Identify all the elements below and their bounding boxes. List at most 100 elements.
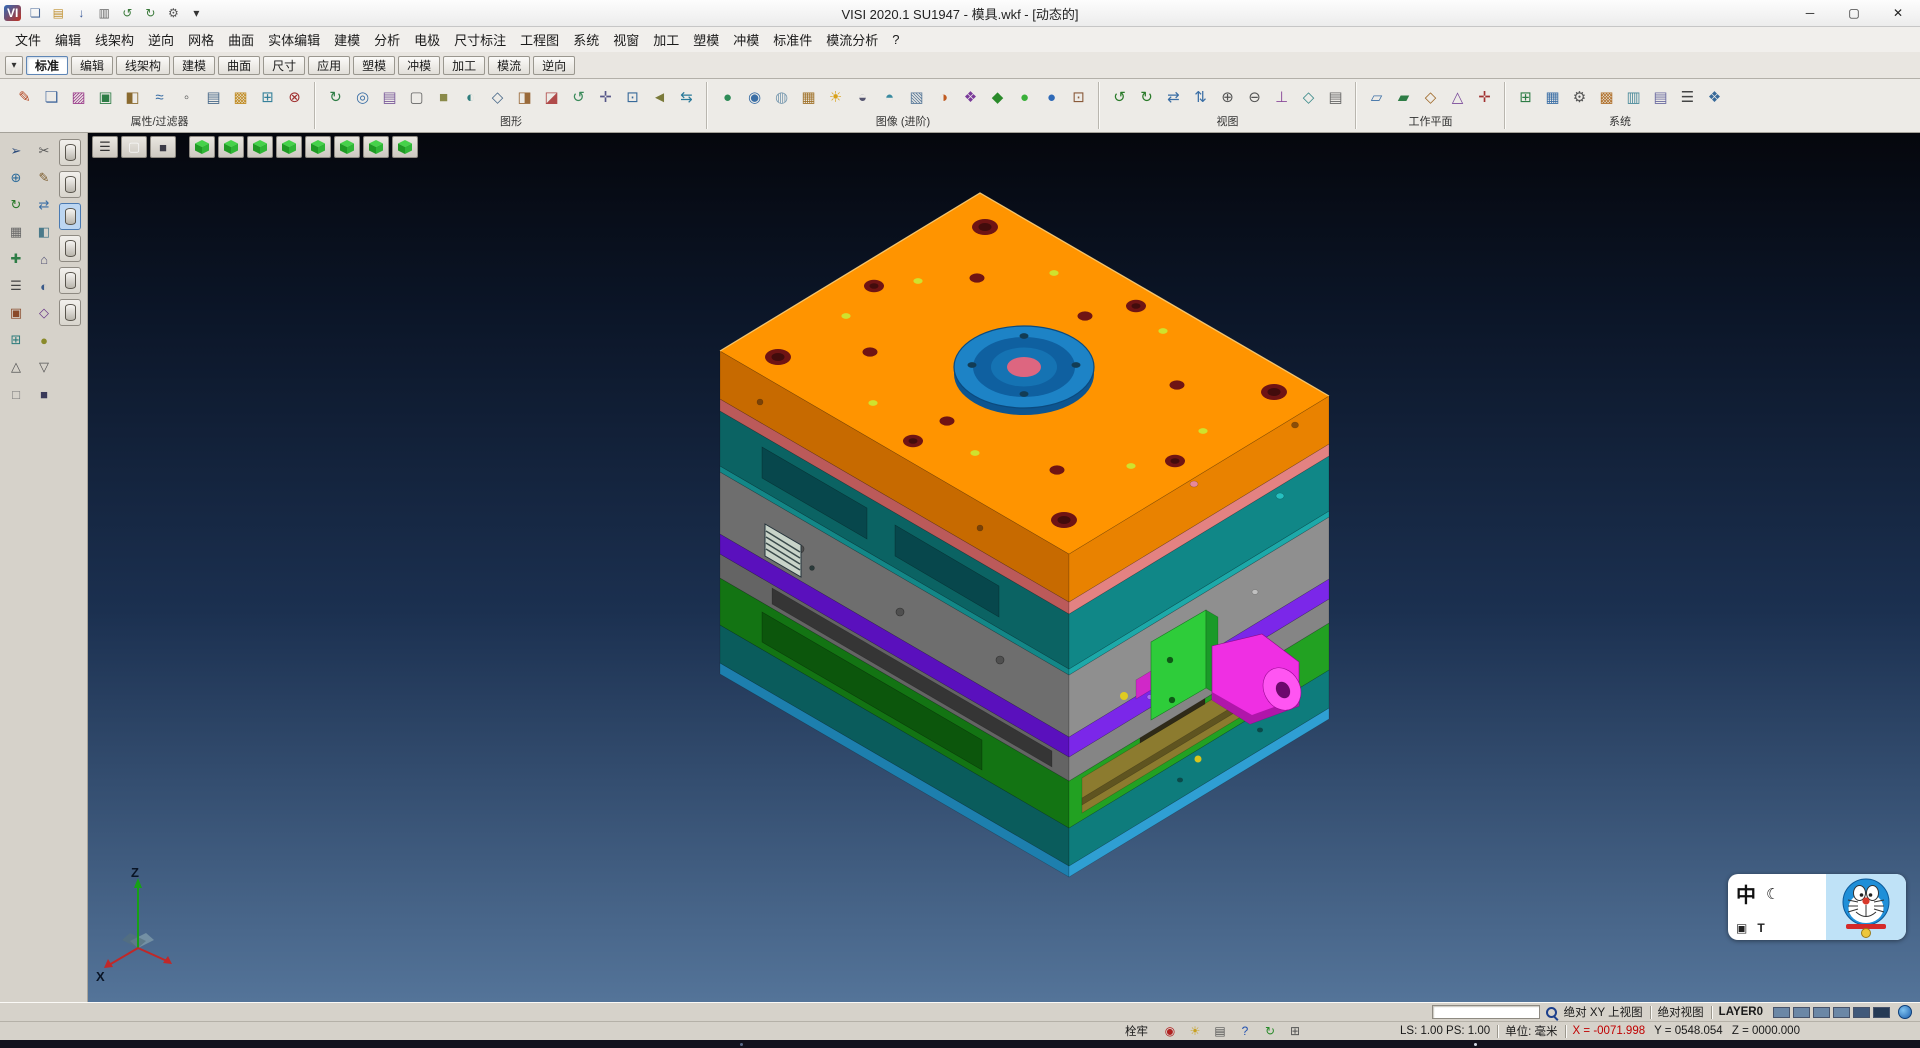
menu-item[interactable]: 冲模: [726, 27, 766, 52]
workplane-yz-icon[interactable]: ◇: [1418, 84, 1443, 111]
menu-item[interactable]: 分析: [367, 27, 407, 52]
menu-item[interactable]: 工程图: [513, 27, 566, 52]
mold-assembly-model[interactable]: [720, 193, 1329, 877]
curvature-analysis-icon[interactable]: ❖: [958, 84, 983, 111]
point-tool-icon[interactable]: ●: [31, 328, 57, 352]
tab[interactable]: 线架构: [116, 56, 170, 75]
snap-lock-icon[interactable]: ◉: [1160, 1023, 1180, 1039]
view-updown-icon[interactable]: ⇅: [1188, 84, 1213, 111]
tab[interactable]: 标准: [26, 56, 68, 75]
zoom-in-icon[interactable]: ⊕: [1215, 84, 1240, 111]
analysis-pie-icon[interactable]: ◑: [931, 84, 956, 111]
trim-tool-icon[interactable]: ✂: [31, 139, 57, 163]
system-snap-icon[interactable]: ▦: [1540, 84, 1565, 111]
system-layers-icon[interactable]: ▥: [1621, 84, 1646, 111]
filter-wireframe-icon[interactable]: ≈: [147, 84, 172, 111]
color-sphere-icon[interactable]: [1898, 1005, 1912, 1019]
clipboard-view-4[interactable]: [59, 235, 81, 262]
viewport-menu-icon[interactable]: ☰: [92, 136, 118, 158]
globe-render-icon[interactable]: ●: [1012, 84, 1037, 111]
screenshot-icon[interactable]: ⊡: [1066, 84, 1091, 111]
menu-item[interactable]: 塑模: [686, 27, 726, 52]
menu-item[interactable]: 模流分析: [819, 27, 885, 52]
menu-item[interactable]: 文件: [8, 27, 48, 52]
zoom-all-icon[interactable]: ◎: [350, 84, 375, 111]
layer-color-swatch[interactable]: [1833, 1007, 1850, 1018]
tab[interactable]: 尺寸: [263, 56, 305, 75]
quick-filter-icon[interactable]: ⊞: [255, 84, 280, 111]
view-cube-iso4[interactable]: [363, 136, 389, 158]
zoom-indicator-icon[interactable]: [1545, 1006, 1558, 1019]
shadow-icon[interactable]: ◒: [850, 84, 875, 111]
view-cube-top[interactable]: [189, 136, 215, 158]
snap-point-icon[interactable]: ⊕: [3, 166, 29, 190]
menu-item[interactable]: 曲面: [221, 27, 261, 52]
tab[interactable]: 加工: [443, 56, 485, 75]
menu-item[interactable]: ?: [885, 29, 906, 50]
new-file-icon[interactable]: ❏: [25, 3, 45, 23]
tab-overflow-button[interactable]: ▾: [5, 56, 23, 75]
wireframe-mode-icon[interactable]: ◇: [485, 84, 510, 111]
view-rotate-left-icon[interactable]: ↺: [1107, 84, 1132, 111]
view-cube-front[interactable]: [218, 136, 244, 158]
layer-color-swatch[interactable]: [1773, 1007, 1790, 1018]
menu-item[interactable]: 逆向: [141, 27, 181, 52]
menu-item[interactable]: 电极: [407, 27, 447, 52]
tab[interactable]: 塑模: [353, 56, 395, 75]
reset-filter-icon[interactable]: ⊗: [282, 84, 307, 111]
tab[interactable]: 冲模: [398, 56, 440, 75]
grid-snap-icon[interactable]: ☀: [1185, 1023, 1205, 1039]
view-flip-icon[interactable]: ⇄: [1161, 84, 1186, 111]
ime-toolbox-icon[interactable]: ▣: [1736, 921, 1747, 935]
workplane-xz-icon[interactable]: ▰: [1391, 84, 1416, 111]
clipboard-view-3[interactable]: [59, 203, 81, 230]
refresh-all-icon[interactable]: ⇆: [674, 84, 699, 111]
view-mode-label[interactable]: 绝对 XY 上视图: [1564, 1004, 1643, 1020]
diamond-tool-icon[interactable]: ◇: [31, 301, 57, 325]
snap-lock-label[interactable]: 栓牢: [1125, 1023, 1148, 1039]
edit-attributes-icon[interactable]: ✎: [12, 84, 37, 111]
menu-item[interactable]: 网格: [181, 27, 221, 52]
system-info-icon[interactable]: ❖: [1702, 84, 1727, 111]
grid-tool-icon[interactable]: ▦: [3, 220, 29, 244]
qat-overflow-icon[interactable]: ▾: [186, 3, 206, 23]
section-view-icon[interactable]: ◪: [539, 84, 564, 111]
previous-view-icon[interactable]: ◄: [647, 84, 672, 111]
menu-item[interactable]: 标准件: [766, 27, 819, 52]
open-file-icon[interactable]: ▤: [48, 3, 68, 23]
lighting-icon[interactable]: ☀: [823, 84, 848, 111]
tab[interactable]: 编辑: [71, 56, 113, 75]
rotate-tool-icon[interactable]: ↻: [3, 193, 29, 217]
down-tool-icon[interactable]: ▽: [31, 355, 57, 379]
layer-color-swatch[interactable]: [1793, 1007, 1810, 1018]
quick-input-field[interactable]: [1432, 1005, 1540, 1019]
help-icon[interactable]: ?: [1235, 1023, 1255, 1039]
menu-item[interactable]: 线架构: [88, 27, 141, 52]
close-button[interactable]: ✕: [1876, 0, 1920, 27]
menu-item[interactable]: 尺寸标注: [447, 27, 513, 52]
pan-view-icon[interactable]: ✛: [593, 84, 618, 111]
hidden-line-icon[interactable]: ◨: [512, 84, 537, 111]
vp-display-shaded-icon[interactable]: ■: [150, 136, 176, 158]
contrast-tool-icon[interactable]: ◐: [31, 274, 57, 298]
half-shade-icon[interactable]: ◧: [31, 220, 57, 244]
redo-icon[interactable]: ↻: [140, 3, 160, 23]
active-layer-label[interactable]: LAYER0: [1719, 1006, 1763, 1018]
render-transparent-icon[interactable]: ◍: [769, 84, 794, 111]
zoom-window-icon[interactable]: ⊡: [620, 84, 645, 111]
filter-surface-icon[interactable]: ◧: [120, 84, 145, 111]
view-cube-iso1[interactable]: [276, 136, 302, 158]
system-tools-icon[interactable]: ☰: [1675, 84, 1700, 111]
menu-item[interactable]: 系统: [566, 27, 606, 52]
sphere-blue-icon[interactable]: ●: [1039, 84, 1064, 111]
layer-color-swatch[interactable]: [1873, 1007, 1890, 1018]
blank-element-icon[interactable]: ▢: [404, 84, 429, 111]
tab[interactable]: 建模: [173, 56, 215, 75]
filter-layer-icon[interactable]: ▤: [201, 84, 226, 111]
tab[interactable]: 应用: [308, 56, 350, 75]
menu-item[interactable]: 视窗: [606, 27, 646, 52]
clipboard-view-5[interactable]: [59, 267, 81, 294]
absolute-view-label[interactable]: 绝对视图: [1658, 1004, 1704, 1020]
windows-taskbar-edge[interactable]: [0, 1040, 1920, 1048]
render-shaded-icon[interactable]: ●: [715, 84, 740, 111]
